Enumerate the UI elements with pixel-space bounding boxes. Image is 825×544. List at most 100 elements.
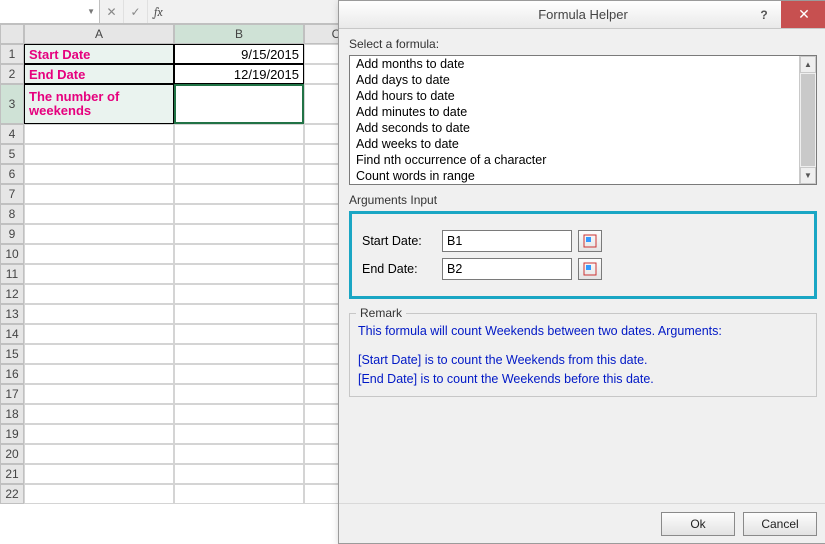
cell-A12[interactable]	[24, 284, 174, 304]
ok-button[interactable]: Ok	[661, 512, 735, 536]
start-date-input[interactable]	[442, 230, 572, 252]
scroll-thumb[interactable]	[801, 74, 815, 166]
cell-A6[interactable]	[24, 164, 174, 184]
end-date-label: End Date:	[362, 262, 442, 276]
cell-B8[interactable]	[174, 204, 304, 224]
close-button[interactable]: ✕	[781, 1, 825, 28]
row-header-2[interactable]: 2	[0, 64, 24, 84]
cell-B22[interactable]	[174, 484, 304, 504]
cell-A15[interactable]	[24, 344, 174, 364]
cell-A5[interactable]	[24, 144, 174, 164]
row-header-8[interactable]: 8	[0, 204, 24, 224]
select-all-corner[interactable]	[0, 24, 24, 44]
list-item[interactable]: Add months to date	[350, 56, 816, 72]
cell-B6[interactable]	[174, 164, 304, 184]
list-item-selected[interactable]: Count Weekends between two dates	[350, 184, 816, 185]
row-header-15[interactable]: 15	[0, 344, 24, 364]
dialog-titlebar[interactable]: Formula Helper ? ✕	[339, 1, 825, 29]
row-header-12[interactable]: 12	[0, 284, 24, 304]
row-header-6[interactable]: 6	[0, 164, 24, 184]
row-header-1[interactable]: 1	[0, 44, 24, 64]
cell-B4[interactable]	[174, 124, 304, 144]
start-date-ref-button[interactable]	[578, 230, 602, 252]
cell-B11[interactable]	[174, 264, 304, 284]
scroll-up-icon[interactable]: ▲	[800, 56, 816, 73]
col-header-A[interactable]: A	[24, 24, 174, 44]
list-item[interactable]: Add seconds to date	[350, 120, 816, 136]
list-item[interactable]: Add minutes to date	[350, 104, 816, 120]
scroll-down-icon[interactable]: ▼	[800, 167, 816, 184]
row-header-20[interactable]: 20	[0, 444, 24, 464]
cell-A1[interactable]: Start Date	[24, 44, 174, 64]
row-header-18[interactable]: 18	[0, 404, 24, 424]
row-header-3[interactable]: 3	[0, 84, 24, 124]
end-date-ref-button[interactable]	[578, 258, 602, 280]
cell-B14[interactable]	[174, 324, 304, 344]
cancel-formula-button[interactable]: ✕	[100, 0, 124, 23]
cell-A11[interactable]	[24, 264, 174, 284]
cell-A17[interactable]	[24, 384, 174, 404]
row-header-9[interactable]: 9	[0, 224, 24, 244]
accept-formula-button[interactable]: ✓	[124, 0, 148, 23]
cell-A4[interactable]	[24, 124, 174, 144]
row-header-22[interactable]: 22	[0, 484, 24, 504]
cell-B19[interactable]	[174, 424, 304, 444]
list-item[interactable]: Add days to date	[350, 72, 816, 88]
close-icon: ✕	[798, 6, 810, 23]
cell-A3[interactable]: The number of weekends	[24, 84, 174, 124]
cell-B12[interactable]	[174, 284, 304, 304]
cell-B9[interactable]	[174, 224, 304, 244]
cell-B10[interactable]	[174, 244, 304, 264]
dialog-footer: Ok Cancel	[339, 503, 825, 543]
formula-listbox[interactable]: Add months to date Add days to date Add …	[349, 55, 817, 185]
cell-B17[interactable]	[174, 384, 304, 404]
col-header-B[interactable]: B	[174, 24, 304, 44]
cell-A14[interactable]	[24, 324, 174, 344]
fx-label[interactable]: fx	[148, 5, 169, 19]
cell-A2[interactable]: End Date	[24, 64, 174, 84]
row-header-21[interactable]: 21	[0, 464, 24, 484]
cell-B16[interactable]	[174, 364, 304, 384]
row-header-19[interactable]: 19	[0, 424, 24, 444]
row-header-16[interactable]: 16	[0, 364, 24, 384]
list-item[interactable]: Add weeks to date	[350, 136, 816, 152]
end-date-input[interactable]	[442, 258, 572, 280]
list-item[interactable]: Add hours to date	[350, 88, 816, 104]
cell-B20[interactable]	[174, 444, 304, 464]
cell-B21[interactable]	[174, 464, 304, 484]
list-item[interactable]: Find nth occurrence of a character	[350, 152, 816, 168]
cell-A8[interactable]	[24, 204, 174, 224]
cell-B15[interactable]	[174, 344, 304, 364]
row-header-14[interactable]: 14	[0, 324, 24, 344]
cell-A7[interactable]	[24, 184, 174, 204]
cell-B18[interactable]	[174, 404, 304, 424]
cell-B5[interactable]	[174, 144, 304, 164]
cell-A16[interactable]	[24, 364, 174, 384]
row-header-7[interactable]: 7	[0, 184, 24, 204]
row-header-10[interactable]: 10	[0, 244, 24, 264]
row-header-4[interactable]: 4	[0, 124, 24, 144]
row-header-11[interactable]: 11	[0, 264, 24, 284]
cell-A20[interactable]	[24, 444, 174, 464]
cell-A19[interactable]	[24, 424, 174, 444]
cell-A22[interactable]	[24, 484, 174, 504]
cancel-button[interactable]: Cancel	[743, 512, 817, 536]
cell-A13[interactable]	[24, 304, 174, 324]
cell-B3[interactable]	[174, 84, 304, 124]
help-button[interactable]: ?	[749, 1, 779, 28]
cell-B1[interactable]: 9/15/2015	[174, 44, 304, 64]
row-header-5[interactable]: 5	[0, 144, 24, 164]
listbox-scrollbar[interactable]: ▲ ▼	[799, 56, 816, 184]
name-box[interactable]: ▼	[0, 0, 100, 23]
cell-A18[interactable]	[24, 404, 174, 424]
cell-B13[interactable]	[174, 304, 304, 324]
cell-A10[interactable]	[24, 244, 174, 264]
row-header-13[interactable]: 13	[0, 304, 24, 324]
cell-A21[interactable]	[24, 464, 174, 484]
row-header-17[interactable]: 17	[0, 384, 24, 404]
cell-A9[interactable]	[24, 224, 174, 244]
remark-label: Remark	[356, 306, 406, 320]
list-item[interactable]: Count words in range	[350, 168, 816, 184]
cell-B7[interactable]	[174, 184, 304, 204]
cell-B2[interactable]: 12/19/2015	[174, 64, 304, 84]
